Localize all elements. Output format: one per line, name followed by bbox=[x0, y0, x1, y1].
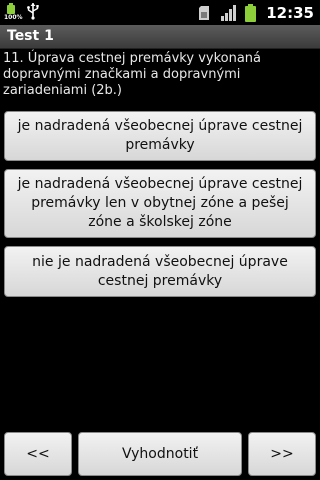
page-title: Test 1 bbox=[7, 28, 54, 44]
answer-button-2[interactable]: je nadradená všeobecnej úprave cestnej p… bbox=[4, 169, 316, 238]
usb-icon bbox=[27, 3, 39, 20]
answer-button-1[interactable]: je nadradená všeobecnej úprave cestnej p… bbox=[4, 111, 316, 161]
next-label: >> bbox=[270, 445, 294, 462]
previous-label: << bbox=[26, 445, 50, 462]
status-right: 12:35 bbox=[199, 0, 314, 25]
answer-label-2: je nadradená všeobecnej úprave cestnej p… bbox=[17, 176, 303, 230]
answer-label-3: nie je nadradená všeobecnej úprave cestn… bbox=[32, 253, 288, 289]
battery-icon bbox=[245, 3, 257, 22]
answer-button-3[interactable]: nie je nadradená všeobecnej úprave cestn… bbox=[4, 246, 316, 297]
clock: 12:35 bbox=[266, 3, 314, 22]
evaluate-button[interactable]: Vyhodnotiť bbox=[78, 432, 242, 476]
signal-icon bbox=[221, 4, 237, 21]
battery-small-icon: 100% bbox=[4, 2, 23, 23]
evaluate-label: Vyhodnotiť bbox=[121, 445, 199, 462]
status-bar: 100% 12:35 bbox=[0, 0, 320, 25]
answer-label-1: je nadradená všeobecnej úprave cestnej p… bbox=[17, 118, 303, 153]
next-button[interactable]: >> bbox=[248, 432, 316, 476]
title-bar: Test 1 bbox=[0, 25, 320, 49]
status-left: 100% bbox=[4, 2, 40, 23]
battery-percent-label: 100% bbox=[4, 14, 23, 21]
question-text: 11. Úprava cestnej premávky vykonaná dop… bbox=[3, 51, 262, 98]
previous-button[interactable]: << bbox=[4, 432, 72, 476]
sd-card-icon bbox=[199, 5, 210, 20]
